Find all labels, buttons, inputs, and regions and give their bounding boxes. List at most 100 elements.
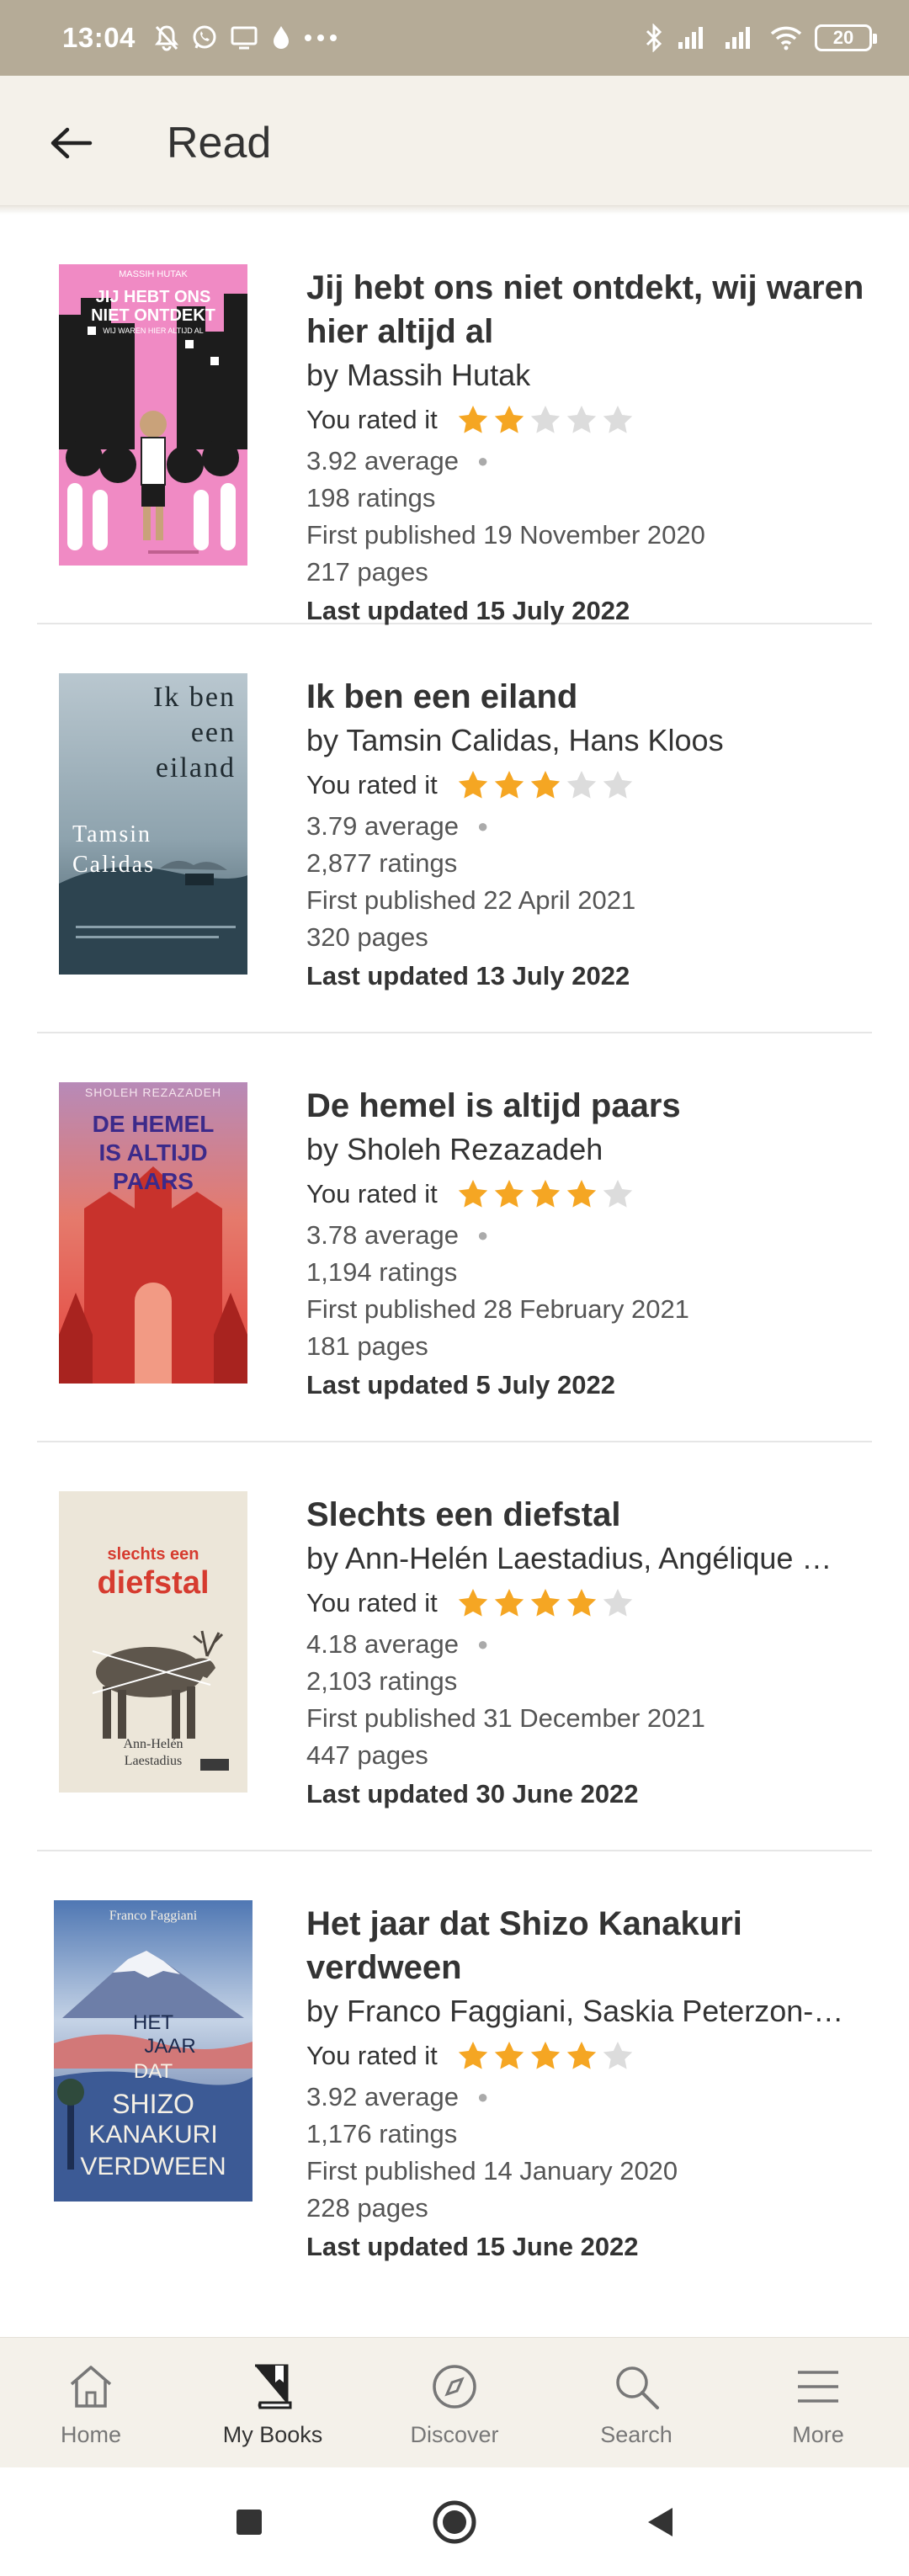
back-triangle-icon[interactable]	[646, 2506, 674, 2538]
book-row[interactable]: slechts een diefstal Ann-Helén Laestadiu…	[37, 1442, 872, 1851]
nav-label: Discover	[410, 2422, 499, 2447]
book-title[interactable]: De hemel is altijd paars	[306, 1084, 872, 1128]
book-row[interactable]: Franco Faggiani HET JAAR DAT SHIZO KANAK…	[37, 1851, 872, 2261]
nav-search[interactable]: Search	[545, 2338, 727, 2467]
nav-my-books[interactable]: My Books	[182, 2338, 364, 2467]
signal-icon	[675, 25, 710, 50]
star-filled-icon[interactable]	[492, 768, 526, 802]
book-title[interactable]: Jij hebt ons niet ontdekt, wij waren hie…	[306, 266, 872, 353]
star-filled-icon[interactable]	[456, 768, 490, 802]
back-button[interactable]	[45, 118, 96, 168]
average-rating: 4.18 average ●	[306, 1626, 872, 1663]
cover-title-line: een	[190, 717, 236, 748]
status-system-icons: 20	[645, 24, 877, 52]
last-updated: Last updated 13 July 2022	[306, 961, 630, 991]
more-dots-icon	[304, 34, 338, 42]
cover-author-line: Laestadius	[124, 1754, 183, 1768]
star-filled-icon[interactable]	[456, 2039, 490, 2073]
star-filled-icon[interactable]	[529, 1177, 562, 1211]
book-row[interactable]: MASSIH HUTAK JIJ HEBT ONS NIET ONTDEKT W…	[37, 215, 872, 625]
book-title[interactable]: Het jaar dat Shizo Kanakuri verdween	[306, 1902, 872, 1989]
star-empty-icon[interactable]	[601, 403, 635, 437]
nav-discover[interactable]: Discover	[364, 2338, 545, 2467]
star-rating[interactable]	[456, 2039, 635, 2073]
cover-title-line: SHIZO	[112, 2089, 194, 2119]
recents-square-icon[interactable]	[235, 2508, 263, 2536]
star-empty-icon[interactable]	[565, 403, 598, 437]
book-icon	[247, 2361, 298, 2412]
book-author[interactable]: by Massih Hutak	[306, 353, 872, 397]
star-rating[interactable]	[456, 768, 635, 802]
star-empty-icon[interactable]	[601, 768, 635, 802]
star-filled-icon[interactable]	[529, 768, 562, 802]
home-circle-icon[interactable]	[432, 2499, 477, 2545]
star-empty-icon[interactable]	[601, 2039, 635, 2073]
wifi-icon	[769, 25, 803, 50]
book-author[interactable]: by Tamsin Calidas, Hans Kloos	[306, 719, 872, 762]
book-info: Jij hebt ons niet ontdekt, wij waren hie…	[306, 266, 872, 631]
book-cover[interactable]: slechts een diefstal Ann-Helén Laestadiu…	[59, 1491, 247, 1793]
book-title[interactable]: Ik ben een eiland	[306, 675, 872, 719]
star-filled-icon[interactable]	[492, 403, 526, 437]
star-rating[interactable]	[456, 403, 635, 437]
book-cover[interactable]: Franco Faggiani HET JAAR DAT SHIZO KANAK…	[54, 1900, 252, 2202]
page-count: 217 pages	[306, 557, 428, 587]
app-bar-shadow	[0, 206, 909, 215]
battery-icon: 20	[815, 24, 877, 51]
star-rating[interactable]	[456, 1586, 635, 1620]
book-cover[interactable]: SHOLEH REZAZADEH DE HEMEL IS ALTIJD PAAR…	[59, 1082, 247, 1384]
average-rating-value: 3.78 average	[306, 1220, 459, 1250]
arrow-left-icon	[50, 127, 93, 159]
star-empty-icon[interactable]	[529, 403, 562, 437]
book-row[interactable]: SHOLEH REZAZADEH DE HEMEL IS ALTIJD PAAR…	[37, 1033, 872, 1442]
cover-title-line: IS ALTIJD	[98, 1139, 208, 1166]
star-empty-icon[interactable]	[601, 1586, 635, 1620]
page-count: 320 pages	[306, 922, 428, 952]
star-filled-icon[interactable]	[565, 1586, 598, 1620]
first-published: First published 28 February 2021	[306, 1294, 689, 1324]
nav-label: More	[792, 2422, 844, 2447]
book-cover[interactable]: MASSIH HUTAK JIJ HEBT ONS NIET ONTDEKT W…	[59, 264, 247, 566]
star-empty-icon[interactable]	[565, 768, 598, 802]
star-filled-icon[interactable]	[565, 1177, 598, 1211]
star-filled-icon[interactable]	[492, 1177, 526, 1211]
first-published: First published 22 April 2021	[306, 885, 636, 915]
book-info: Slechts een diefstal by Ann-Helén Laesta…	[306, 1493, 872, 1814]
whatsapp-icon	[191, 24, 218, 51]
last-updated: Last updated 15 June 2022	[306, 2232, 639, 2261]
book-author[interactable]: by Ann-Helén Laestadius, Angélique …	[306, 1537, 872, 1580]
star-empty-icon[interactable]	[601, 1177, 635, 1211]
cover-title-line: JIJ HEBT ONS	[95, 288, 211, 306]
bottom-navigation: Home My Books Discover Search More	[0, 2337, 909, 2467]
ratings-count: 198 ratings	[306, 483, 436, 513]
average-rating-value: 4.18 average	[306, 1629, 459, 1659]
cover-author-line: Tamsin	[72, 821, 152, 847]
nav-home[interactable]: Home	[0, 2338, 182, 2467]
separator-dot: ●	[476, 450, 489, 471]
nav-label: Search	[600, 2422, 672, 2447]
book-row[interactable]: Ik ben een eiland Tamsin Calidas Ik ben …	[37, 624, 872, 1033]
book-cover[interactable]: Ik ben een eiland Tamsin Calidas	[59, 673, 247, 975]
nav-more[interactable]: More	[727, 2338, 909, 2467]
star-rating[interactable]	[456, 1177, 635, 1211]
star-filled-icon[interactable]	[492, 1586, 526, 1620]
star-filled-icon[interactable]	[492, 2039, 526, 2073]
book-title[interactable]: Slechts een diefstal	[306, 1493, 872, 1537]
cover-title-line: VERDWEEN	[80, 2153, 226, 2180]
star-filled-icon[interactable]	[456, 1586, 490, 1620]
user-rating: You rated it	[306, 2033, 872, 2079]
star-filled-icon[interactable]	[529, 1586, 562, 1620]
book-author[interactable]: by Franco Faggiani, Saskia Peterzon-…	[306, 1989, 872, 2033]
cover-title-line: NIET ONTDEKT	[91, 306, 215, 325]
star-filled-icon[interactable]	[529, 2039, 562, 2073]
rated-label: You rated it	[306, 2041, 438, 2070]
star-filled-icon[interactable]	[456, 1177, 490, 1211]
rated-label: You rated it	[306, 770, 438, 799]
ratings-count: 2,103 ratings	[306, 1666, 458, 1696]
user-rating: You rated it	[306, 762, 872, 808]
average-rating: 3.92 average ●	[306, 443, 872, 480]
average-rating: 3.92 average ●	[306, 2079, 872, 2116]
star-filled-icon[interactable]	[565, 2039, 598, 2073]
star-filled-icon[interactable]	[456, 403, 490, 437]
book-author[interactable]: by Sholeh Rezazadeh	[306, 1128, 872, 1171]
